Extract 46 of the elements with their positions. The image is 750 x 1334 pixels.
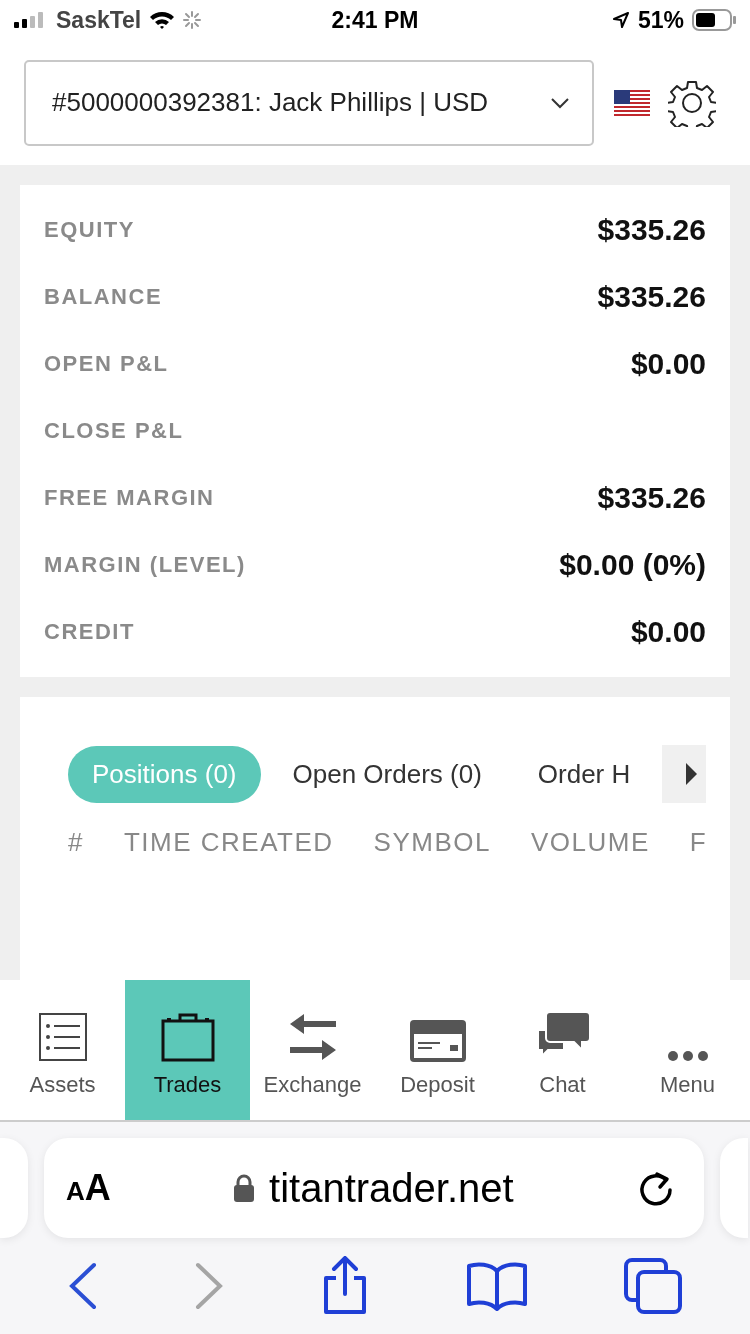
column-header: VOLUME [531,827,650,858]
location-icon [611,11,630,29]
list-icon [37,1012,88,1062]
briefcase-icon [160,1012,215,1062]
caret-right-icon [684,762,699,786]
carrier-name: SaskTel [56,6,142,34]
summary-label: CREDIT [44,619,135,645]
tab[interactable]: Open Orders (0) [268,745,506,803]
tab[interactable]: Order H [513,745,655,803]
summary-value: $0.00 (0%) [559,548,706,582]
battery-icon [692,9,736,31]
loading-icon [183,11,202,29]
summary-value: $0.00 [630,347,706,381]
book-icon[interactable] [466,1261,528,1311]
battery-percent: 51% [637,6,684,34]
text-size-button[interactable]: AA [66,1167,111,1209]
summary-value: $335.26 [597,280,706,314]
summary-label: BALANCE [44,284,163,310]
column-header: SYMBOL [373,827,491,858]
chevron-down-icon [550,96,570,109]
account-dropdown[interactable]: #5000000392381: Jack Phillips | USD [24,59,594,146]
column-header: TIME CREATED [123,827,334,858]
summary-value: $335.26 [597,213,706,247]
summary-label: FREE MARGIN [44,485,215,511]
lock-icon [233,1173,256,1203]
nav-item[interactable]: Trades [125,980,250,1120]
address-bar[interactable]: AA titantrader.net [44,1138,704,1238]
credit-card-icon [409,1020,466,1062]
wifi-icon [149,11,176,29]
scroll-right-button[interactable] [662,745,706,803]
summary-value: $335.26 [597,481,706,515]
column-header: F [689,827,706,858]
more-icon [666,1050,709,1062]
summary-label: OPEN P&L [44,351,169,377]
summary-label: CLOSE P&L [44,418,184,444]
back-icon[interactable] [68,1262,98,1310]
column-header: # [68,827,84,858]
url-text: titantrader.net [269,1165,514,1211]
settings-icon[interactable] [668,78,716,127]
exchange-arrows-icon [287,1012,338,1062]
summary-label: MARGIN (LEVEL) [44,552,246,578]
summary-label: EQUITY [44,217,135,243]
tabs-icon[interactable] [624,1258,682,1314]
summary-value: $0.00 [630,615,706,649]
flag-icon[interactable] [614,89,650,116]
status-time: 2:41 PM [331,6,419,34]
